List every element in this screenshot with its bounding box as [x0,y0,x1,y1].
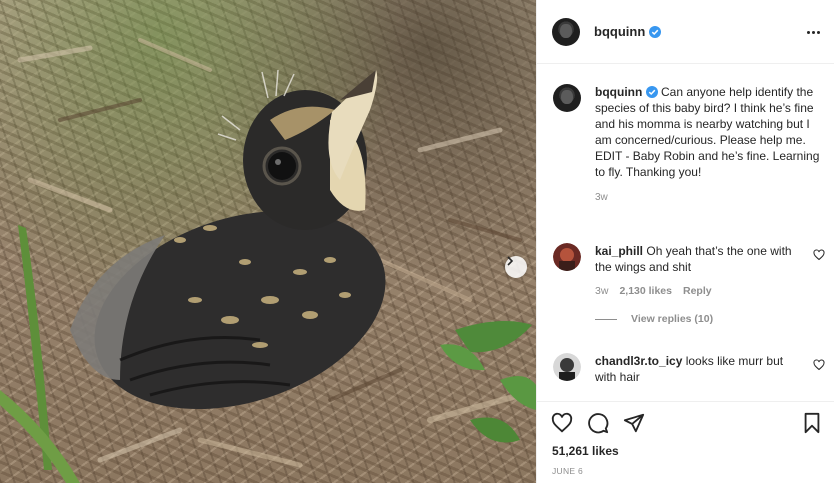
likes-count[interactable]: 51,261 likes [552,444,619,458]
caption-text: bqquinn Can anyone help identify the spe… [595,84,825,180]
avatar[interactable] [553,243,581,271]
post-author[interactable]: bqquinn [594,24,662,39]
replies-divider [595,318,617,320]
comment-meta: 3w 2,130 likes Reply [595,285,825,297]
comment-text: chandl3r.to_icy looks like murr but with… [595,353,795,385]
avatar[interactable] [553,353,581,381]
comment-item: kai_phill Oh yeah that’s the one with th… [553,243,825,325]
comment-likes[interactable]: 2,130 likes [619,285,672,297]
comment-author[interactable]: kai_phill [595,244,643,258]
post-author-name[interactable]: bqquinn [594,24,645,39]
caption-body: Can anyone help identify the species of … [595,85,820,179]
avatar[interactable] [553,84,581,112]
avatar[interactable] [552,18,580,46]
baby-bird-image [0,38,536,483]
comment-author[interactable]: chandl3r.to_icy [595,354,682,368]
view-replies[interactable]: View replies (10) [595,313,825,325]
verified-badge-icon [649,25,662,38]
comment-item: chandl3r.to_icy looks like murr but with… [553,353,825,385]
post-side-panel: bqquinn bqquinn Can anyone help identify… [536,0,834,483]
carousel-next-button[interactable] [505,256,527,278]
more-options-icon[interactable] [803,22,823,42]
post-caption: bqquinn Can anyone help identify the spe… [553,84,825,203]
paper-plane-icon[interactable] [623,412,645,434]
post-actions: 51,261 likes JUNE 6 [537,401,834,483]
bookmark-icon[interactable] [801,412,823,434]
comment-timestamp[interactable]: 3w [595,285,608,297]
chevron-right-icon [507,256,514,266]
post-date[interactable]: JUNE 6 [552,466,583,476]
post-header: bqquinn [537,0,834,64]
view-replies-label[interactable]: View replies (10) [631,313,713,325]
caption-author[interactable]: bqquinn [595,85,642,99]
comment-icon[interactable] [587,412,609,434]
heart-icon[interactable] [813,359,825,371]
heart-icon[interactable] [551,412,573,434]
heart-icon[interactable] [813,249,825,261]
verified-badge-icon [645,86,658,98]
reply-button[interactable]: Reply [683,285,712,297]
post-photo[interactable] [0,0,536,483]
comment-text: kai_phill Oh yeah that’s the one with th… [595,243,795,275]
caption-timestamp[interactable]: 3w [595,192,825,203]
